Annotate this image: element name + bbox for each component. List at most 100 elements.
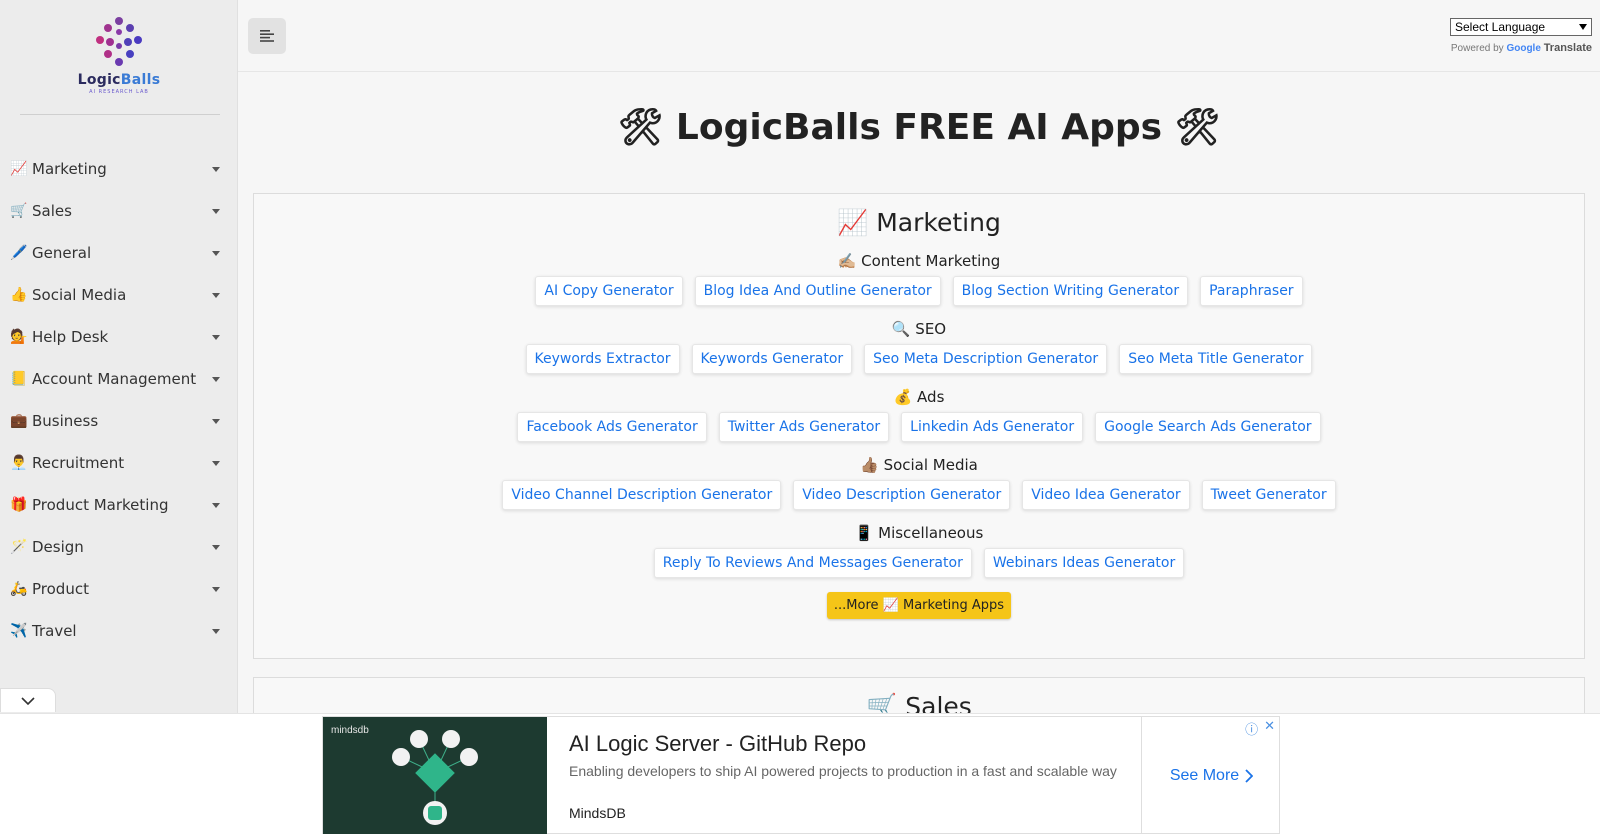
sidebar-item-recruitment[interactable]: 👨‍💼 Recruitment (0, 442, 238, 484)
sidebar-item-design[interactable]: 🪄 Design (0, 526, 238, 568)
app-link[interactable]: Google Search Ads Generator (1095, 412, 1321, 442)
language-select[interactable]: Select Language (1450, 18, 1592, 36)
app-link[interactable]: Video Idea Generator (1022, 480, 1190, 510)
sidebar-item-general[interactable]: 🖊️ General (0, 232, 238, 274)
caret-down-icon (212, 629, 220, 634)
caret-down-icon (212, 503, 220, 508)
chevron-right-icon (1245, 769, 1254, 783)
caret-down-icon (212, 587, 220, 592)
sidebar-item-product-marketing[interactable]: 🎁 Product Marketing (0, 484, 238, 526)
ad-advertiser: MindsDB (569, 805, 626, 821)
sidebar-nav: 📈 Marketing 🛒 Sales 🖊️ General 👍 Social Medi… (0, 148, 238, 652)
sidebar-item-label: Design (32, 538, 84, 556)
chart-icon: 📈 (10, 161, 28, 177)
sidebar-item-product[interactable]: 🛵 Product (0, 568, 238, 610)
sidebar-item-label: Marketing (32, 160, 107, 178)
caret-down-icon (212, 293, 220, 298)
ad-controls: ⓘ ✕ (1245, 719, 1275, 738)
section-title: 📈 Marketing (837, 208, 1001, 237)
app-list: Keywords Extractor Keywords Generator Se… (254, 344, 1584, 374)
sidebar-divider (20, 114, 220, 115)
sidebar-item-travel[interactable]: ✈️ Travel (0, 610, 238, 652)
app-link[interactable]: Seo Meta Title Generator (1119, 344, 1313, 374)
sidebar-item-account-management[interactable]: 📒 Account Management (0, 358, 238, 400)
caret-down-icon (212, 209, 220, 214)
language-select-value: Select Language (1455, 20, 1546, 34)
app-link[interactable]: Twitter Ads Generator (718, 412, 890, 442)
caret-down-icon (212, 419, 220, 424)
sidebar-item-business[interactable]: 💼 Business (0, 400, 238, 442)
airplane-icon: ✈️ (10, 623, 28, 639)
collapse-toggle[interactable] (0, 688, 56, 712)
logo-name: LogicBalls (77, 72, 161, 88)
app-list: AI Copy Generator Blog Idea And Outline … (254, 276, 1584, 306)
ad-title[interactable]: AI Logic Server - GitHub Repo (569, 731, 866, 757)
sidebar: LogicBalls AI RESEARCH LAB 📈 Marketing 🛒 S… (0, 0, 238, 834)
gift-icon: 🎁 (10, 497, 28, 513)
subsection-title: ✍🏼 Content Marketing (837, 252, 1001, 270)
app-link[interactable]: Video Description Generator (793, 480, 1011, 510)
app-link[interactable]: Blog Idea And Outline Generator (694, 276, 941, 306)
chevron-down-icon (21, 696, 35, 705)
sidebar-item-label: Social Media (32, 286, 127, 304)
app-link[interactable]: Video Channel Description Generator (502, 480, 782, 510)
top-header: Select Language Powered by Google Transl… (238, 0, 1600, 72)
app-link[interactable]: Blog Section Writing Generator (952, 276, 1189, 306)
app-link[interactable]: Tweet Generator (1201, 480, 1336, 510)
sidebar-item-help-desk[interactable]: 💁 Help Desk (0, 316, 238, 358)
app-link[interactable]: Paraphraser (1200, 276, 1303, 306)
dropdown-arrow-icon (1579, 24, 1587, 30)
sidebar-item-label: Travel (32, 622, 77, 640)
logo-tagline: AI RESEARCH LAB (89, 89, 149, 95)
ad-see-more-button[interactable]: See More (1169, 767, 1254, 785)
ad-info-icon[interactable]: ⓘ (1245, 719, 1258, 738)
app-link[interactable]: Seo Meta Description Generator (864, 344, 1108, 374)
pen-icon: 🖊️ (10, 245, 28, 261)
app-link[interactable]: AI Copy Generator (535, 276, 683, 306)
magic-wand-icon: 🪄 (10, 539, 28, 555)
sidebar-item-label: General (32, 244, 92, 262)
caret-down-icon (212, 377, 220, 382)
marketing-section: 📈 Marketing ✍🏼 Content Marketing AI Copy… (253, 193, 1585, 659)
sidebar-item-label: Business (32, 412, 99, 430)
caret-down-icon (212, 545, 220, 550)
ad-graphic (392, 730, 478, 825)
powered-by-google: Powered by Google Translate (1450, 42, 1592, 54)
page-title: 🛠 LogicBalls FREE AI Apps 🛠 (617, 107, 1221, 148)
logo-icon (96, 17, 142, 66)
ad-cta-label: See More (1169, 767, 1240, 784)
app-link[interactable]: Facebook Ads Generator (517, 412, 707, 442)
caret-down-icon (212, 251, 220, 256)
sidebar-item-label: Sales (32, 202, 72, 220)
sales-section: 🛒 Sales (253, 677, 1585, 717)
app-link[interactable]: Linkedin Ads Generator (901, 412, 1084, 442)
office-worker-icon: 👨‍💼 (10, 455, 28, 471)
google-logo: Google (1506, 43, 1541, 54)
sidebar-item-marketing[interactable]: 📈 Marketing (0, 148, 238, 190)
subsection-title: 🔍 SEO (891, 320, 947, 338)
logo[interactable]: LogicBalls AI RESEARCH LAB (0, 16, 238, 95)
scooter-icon: 🛵 (10, 581, 28, 597)
help-desk-icon: 💁 (10, 329, 28, 345)
translate-link[interactable]: Translate (1544, 42, 1592, 54)
google-translate-widget: Select Language Powered by Google Transl… (1450, 18, 1592, 54)
app-link[interactable]: Webinars Ideas Generator (983, 548, 1185, 578)
app-link[interactable]: Keywords Generator (691, 344, 853, 374)
ad-banner[interactable]: mindsdb AI Logic Server - GitHub Repo En… (322, 716, 1280, 834)
app-list: Video Channel Description Generator Vide… (254, 480, 1584, 510)
sidebar-item-sales[interactable]: 🛒 Sales (0, 190, 238, 232)
more-marketing-apps-button[interactable]: ...More 📈 Marketing Apps (827, 592, 1011, 619)
subsection-title: 💰 Ads (893, 388, 945, 406)
subsection-title: 👍🏽 Social Media (860, 456, 978, 474)
ad-description: Enabling developers to ship AI powered p… (569, 763, 1117, 779)
sidebar-item-social-media[interactable]: 👍 Social Media (0, 274, 238, 316)
app-link[interactable]: Keywords Extractor (525, 344, 680, 374)
sidebar-item-label: Help Desk (32, 328, 109, 346)
thumbs-up-icon: 👍 (10, 287, 28, 303)
ledger-icon: 📒 (10, 371, 28, 387)
menu-toggle-button[interactable] (248, 18, 286, 54)
close-icon[interactable]: ✕ (1264, 719, 1275, 738)
sidebar-item-label: Product Marketing (32, 496, 169, 514)
app-link[interactable]: Reply To Reviews And Messages Generator (653, 548, 972, 578)
briefcase-icon: 💼 (10, 413, 28, 429)
